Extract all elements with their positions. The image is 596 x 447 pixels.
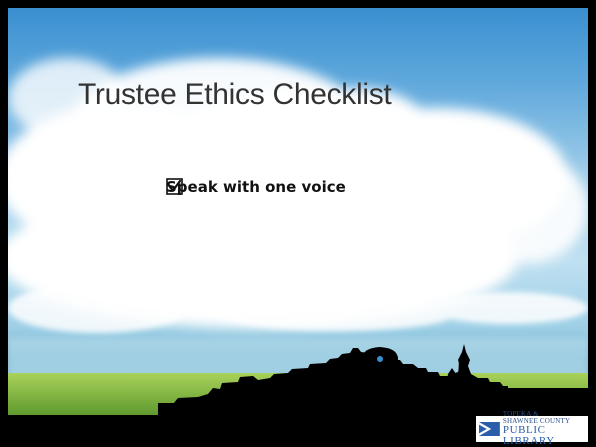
sky-and-landscape-graphic	[8, 58, 588, 415]
library-logo-text: TOPEKA & SHAWNEE COUNTY PUBLIC LIBRARY	[503, 411, 588, 447]
checklist-item: Speak with one voice	[166, 178, 346, 196]
logo-line-3: PUBLIC LIBRARY	[502, 424, 555, 447]
library-logo-mark-icon	[479, 419, 500, 439]
checked-box-icon	[166, 178, 183, 195]
presentation-slide: Trustee Ethics Checklist Speak with one …	[0, 0, 596, 447]
sky-background: Trustee Ethics Checklist Speak with one …	[8, 8, 588, 415]
slide-title: Trustee Ethics Checklist	[78, 78, 392, 111]
library-logo: TOPEKA & SHAWNEE COUNTY PUBLIC LIBRARY	[476, 411, 588, 447]
checklist-item-label: Speak with one voice	[166, 178, 346, 196]
